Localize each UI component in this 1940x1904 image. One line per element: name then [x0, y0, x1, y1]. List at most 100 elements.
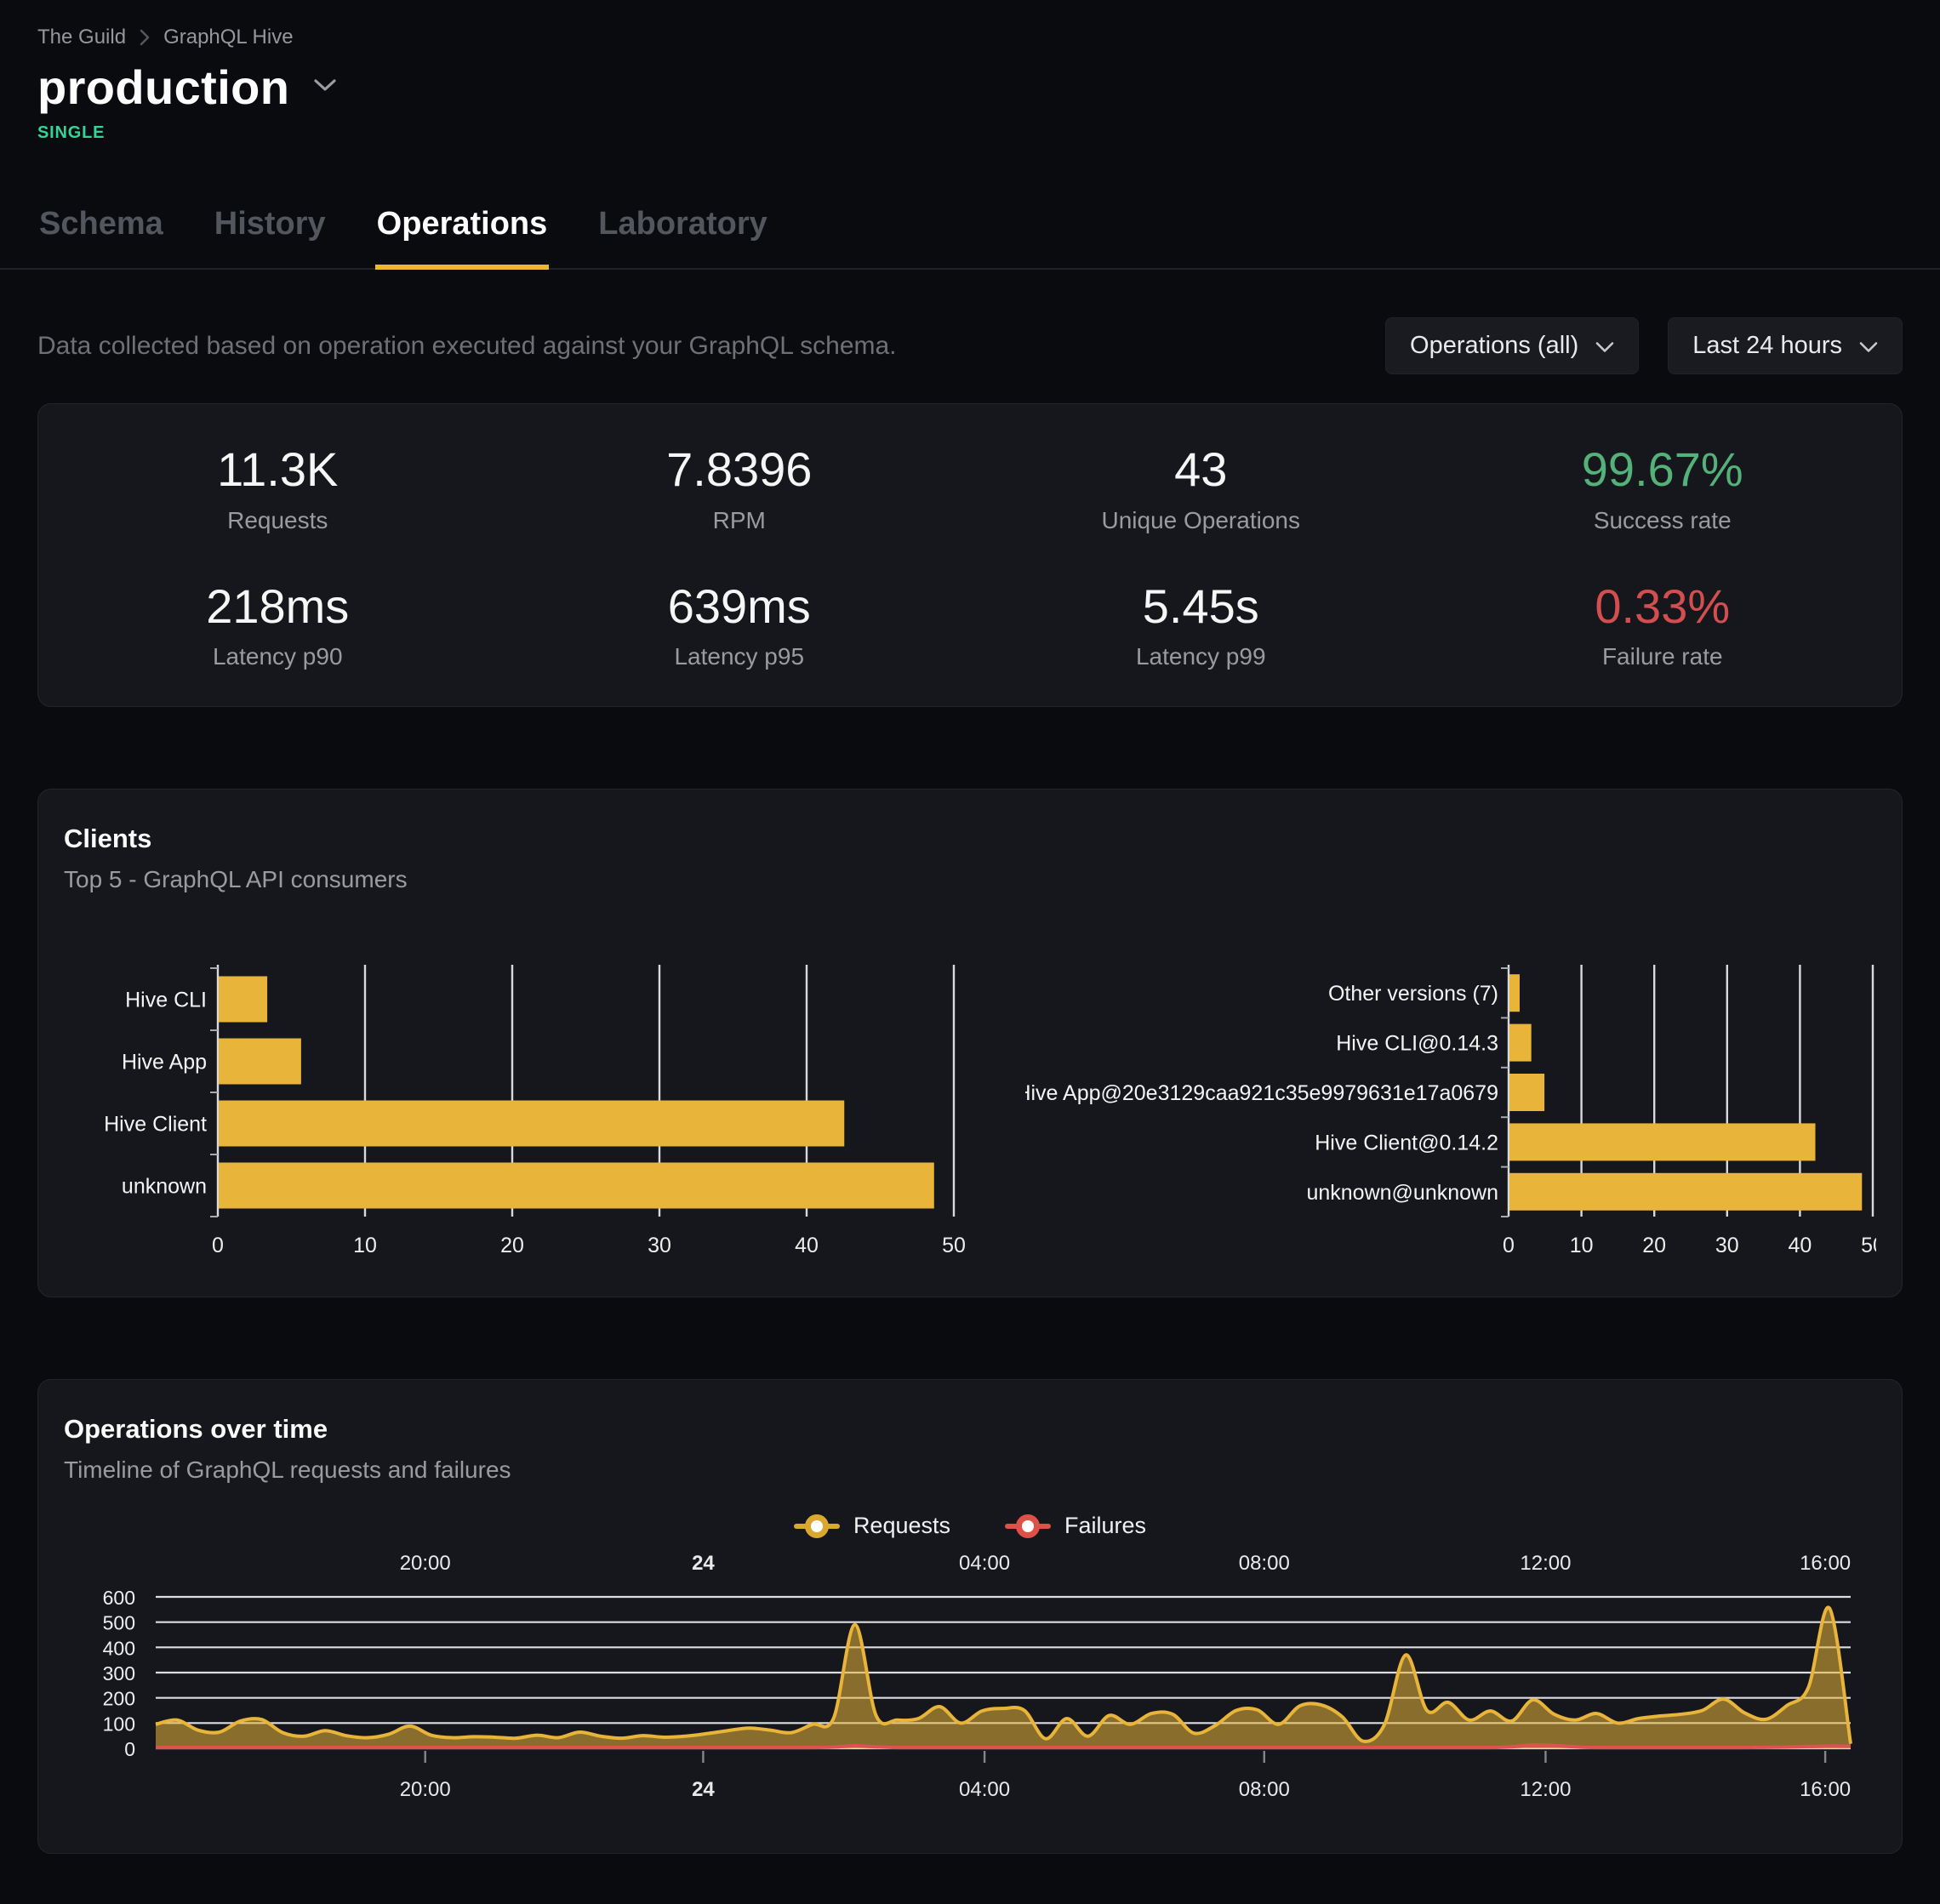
breadcrumb: The Guild GraphQL Hive	[37, 26, 1903, 49]
category-label: unknown@unknown	[1306, 1181, 1498, 1205]
x-axis-label-top: 20:00	[400, 1552, 451, 1575]
timeseries-legend: Requests Failures	[64, 1513, 1876, 1539]
stat-value: 11.3K	[47, 443, 509, 497]
clients-card-subtitle: Top 5 - GraphQL API consumers	[64, 866, 1876, 893]
bar	[219, 977, 267, 1023]
x-tick-label: 10	[1570, 1234, 1594, 1257]
chevron-down-icon	[313, 77, 337, 97]
tab-bar: Schema History Operations Laboratory	[0, 206, 1940, 270]
x-tick-label: 40	[1788, 1234, 1812, 1257]
stat-unique-operations: 43 Unique Operations	[970, 443, 1432, 534]
y-tick-label: 0	[124, 1738, 135, 1760]
bar	[1509, 1173, 1862, 1211]
stat-value: 0.33%	[1432, 580, 1894, 634]
stat-latency-p90: 218ms Latency p90	[47, 580, 509, 671]
category-label: unknown	[122, 1175, 207, 1199]
bar	[1509, 1024, 1532, 1062]
x-axis-label-bottom: 20:00	[400, 1778, 451, 1801]
filter-buttons: Operations (all) Last 24 hours	[1385, 317, 1903, 374]
y-tick-label: 100	[103, 1713, 135, 1736]
x-axis-label-bottom: 12:00	[1520, 1778, 1571, 1801]
x-tick-label: 20	[1642, 1234, 1666, 1257]
chevron-down-icon	[1859, 332, 1878, 360]
x-tick-label: 10	[353, 1234, 377, 1257]
legend-item-failures[interactable]: Failures	[1005, 1513, 1146, 1539]
breadcrumb-project[interactable]: GraphQL Hive	[163, 26, 294, 49]
x-tick-label: 50	[942, 1234, 966, 1257]
bar	[219, 1163, 934, 1209]
stat-latency-p95: 639ms Latency p95	[509, 580, 971, 671]
bar	[1509, 1124, 1816, 1161]
page-header: The Guild GraphQL Hive production SINGLE	[0, 0, 1940, 143]
stat-label: Latency p90	[47, 643, 509, 670]
clients-by-version-chart: 01020304050Other versions (7)Hive CLI@0.…	[1025, 961, 1876, 1261]
stat-value: 7.8396	[509, 443, 971, 497]
y-tick-label: 500	[103, 1612, 135, 1634]
category-label: Hive Client@0.14.2	[1315, 1132, 1498, 1155]
operations-over-time-chart: 010020030040050060020:002404:0008:0012:0…	[64, 1548, 1878, 1813]
clients-by-name-chart: 0 10 20 30 40 50 Hive CLI Hive App Hive Client un…	[64, 961, 974, 1261]
x-tick-label: 20	[500, 1234, 524, 1257]
tab-history[interactable]: History	[213, 206, 328, 270]
stat-value: 5.45s	[970, 580, 1432, 634]
x-tick-label: 0	[212, 1234, 224, 1257]
x-axis-label-bottom: 16:00	[1800, 1778, 1851, 1801]
collection-description: Data collected based on operation execut…	[37, 332, 897, 361]
legend-label: Requests	[853, 1513, 950, 1539]
y-tick-label: 600	[103, 1587, 135, 1609]
stat-label: Latency p99	[970, 643, 1432, 670]
x-axis-label-top: 12:00	[1520, 1552, 1571, 1575]
x-tick-label: 30	[1715, 1234, 1739, 1257]
failures-series-marker-icon	[1005, 1514, 1051, 1538]
bar	[1509, 1074, 1544, 1111]
period-filter-dropdown[interactable]: Last 24 hours	[1668, 317, 1903, 374]
x-tick-label: 30	[648, 1234, 671, 1257]
chevron-right-icon	[140, 28, 150, 47]
operations-over-time-card: Operations over time Timeline of GraphQL…	[37, 1379, 1903, 1854]
stat-latency-p99: 5.45s Latency p99	[970, 580, 1432, 671]
clients-charts-row: 0 10 20 30 40 50 Hive CLI Hive App Hive Client un…	[64, 961, 1876, 1261]
x-tick-label: 50	[1861, 1234, 1876, 1257]
x-axis-label-top: 04:00	[959, 1552, 1010, 1575]
category-label: Hive App	[122, 1051, 207, 1075]
clients-card-title: Clients	[64, 824, 1876, 854]
bar	[219, 1101, 844, 1147]
stat-value: 43	[970, 443, 1432, 497]
category-label: Hive CLI	[125, 989, 207, 1012]
stat-label: Requests	[47, 507, 509, 534]
legend-item-requests[interactable]: Requests	[794, 1513, 950, 1539]
chevron-down-icon	[1595, 332, 1614, 360]
tab-operations[interactable]: Operations	[375, 206, 550, 270]
category-label: Hive App@20e3129caa921c35e9979631e17a067…	[1025, 1081, 1498, 1105]
bar	[219, 1039, 301, 1085]
stats-summary-card: 11.3K Requests 7.8396 RPM 43 Unique Oper…	[37, 403, 1903, 707]
y-tick-label: 300	[103, 1662, 135, 1685]
operations-filter-label: Operations (all)	[1410, 332, 1578, 360]
operations-card-subtitle: Timeline of GraphQL requests and failure…	[64, 1457, 1876, 1484]
x-axis-label-top: 24	[692, 1552, 715, 1575]
period-filter-label: Last 24 hours	[1692, 332, 1842, 360]
timeseries-chart-wrap: 010020030040050060020:002404:0008:0012:0…	[64, 1548, 1876, 1817]
operations-dashboard: The Guild GraphQL Hive production SINGLE…	[0, 0, 1940, 1904]
operations-filter-dropdown[interactable]: Operations (all)	[1385, 317, 1639, 374]
y-tick-label: 400	[103, 1638, 135, 1660]
tab-schema[interactable]: Schema	[37, 206, 165, 270]
stat-label: RPM	[509, 507, 971, 534]
breadcrumb-org[interactable]: The Guild	[37, 26, 126, 49]
stat-success-rate: 99.67% Success rate	[1432, 443, 1894, 534]
stat-requests: 11.3K Requests	[47, 443, 509, 534]
operations-content: Data collected based on operation execut…	[0, 317, 1940, 1888]
category-label: Hive Client	[104, 1113, 207, 1137]
requests-series-marker-icon	[794, 1514, 840, 1538]
tab-laboratory[interactable]: Laboratory	[596, 206, 768, 270]
target-type-badge: SINGLE	[37, 123, 1903, 143]
stat-rpm: 7.8396 RPM	[509, 443, 971, 534]
stat-label: Unique Operations	[970, 507, 1432, 534]
y-tick-label: 200	[103, 1688, 135, 1710]
x-tick-label: 40	[795, 1234, 819, 1257]
target-selector[interactable]: production	[37, 60, 1903, 115]
x-tick-label: 0	[1503, 1234, 1515, 1257]
clients-card: Clients Top 5 - GraphQL API consumers 0 1…	[37, 789, 1903, 1297]
stat-value: 218ms	[47, 580, 509, 634]
stat-label: Failure rate	[1432, 643, 1894, 670]
